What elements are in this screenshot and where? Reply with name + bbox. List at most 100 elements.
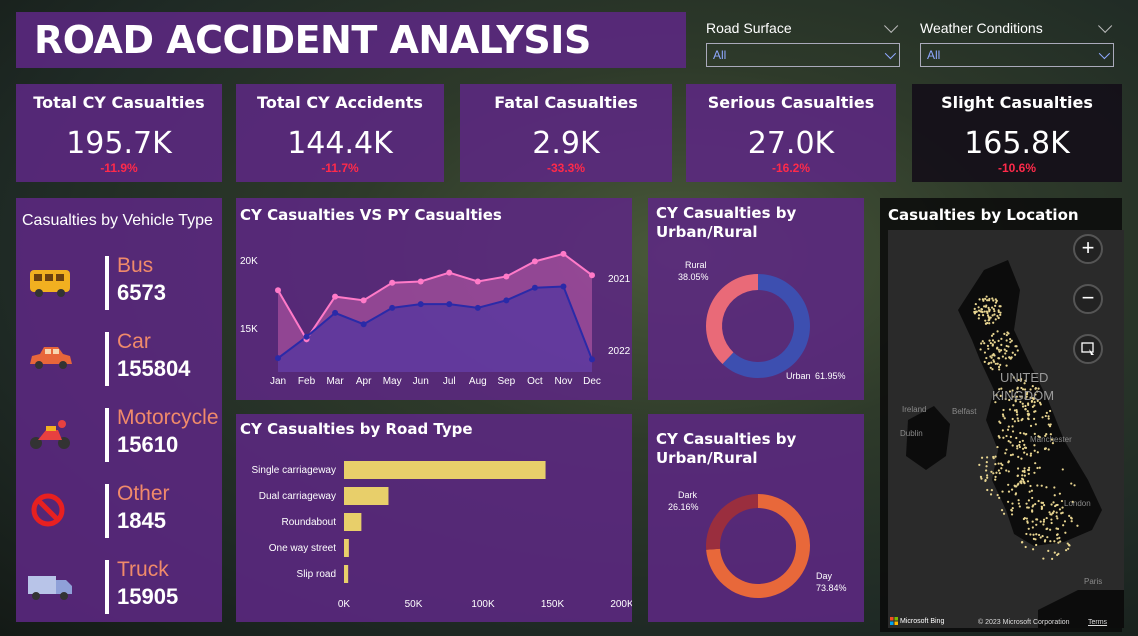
casualty-dot	[997, 348, 1000, 351]
point-2021[interactable]	[275, 287, 281, 294]
casualty-dot	[1034, 462, 1037, 465]
slicer-label: Weather Conditions	[920, 20, 1043, 36]
casualty-dot	[1034, 538, 1037, 541]
x-tick: May	[383, 376, 402, 387]
point-2021[interactable]	[474, 278, 481, 285]
casualty-dot	[1023, 443, 1026, 446]
casualty-dot	[1029, 454, 1032, 457]
point-2022[interactable]	[474, 304, 481, 311]
bar[interactable]	[344, 513, 362, 531]
casualty-dot	[990, 361, 993, 364]
point-2022[interactable]	[446, 301, 453, 308]
point-2022[interactable]	[275, 355, 281, 362]
casualty-dot	[1005, 434, 1008, 438]
casualty-dot	[986, 476, 989, 479]
point-2022[interactable]	[560, 283, 567, 290]
kpi-title: Total CY Casualties	[33, 93, 205, 112]
bar-chart-svg: Single carriageway Dual carriageway Rounda…	[252, 461, 632, 610]
casualty-dot	[1018, 445, 1021, 449]
casualty-dot	[996, 493, 999, 497]
casualty-dot	[1000, 343, 1003, 346]
select-region-icon	[1081, 342, 1094, 355]
vehicle-type-panel: Casualties by Vehicle Type Bus 6573 Car …	[16, 198, 222, 622]
point-2022[interactable]	[417, 301, 424, 308]
zoom-in-button[interactable]: +	[1073, 234, 1103, 264]
casualty-dot	[1040, 484, 1043, 487]
select-region-button[interactable]	[1073, 334, 1103, 364]
terms-link[interactable]: Terms	[1088, 619, 1107, 626]
casualty-dot	[1029, 533, 1032, 536]
chevron-down-icon[interactable]	[884, 18, 899, 33]
zoom-out-button[interactable]: −	[1073, 284, 1103, 314]
bar[interactable]	[344, 539, 349, 557]
road-surface-slicer[interactable]: Road Surface All	[706, 17, 900, 67]
point-2022[interactable]	[389, 304, 396, 311]
car-icon	[30, 347, 72, 369]
kpi-delta: -10.6%	[997, 161, 1037, 175]
casualty-dot	[1045, 516, 1048, 520]
casualty-dot	[997, 462, 1000, 465]
point-2021[interactable]	[360, 297, 367, 304]
casualty-dot	[986, 344, 990, 348]
casualty-dot	[1033, 471, 1036, 474]
casualty-dot	[1017, 502, 1020, 505]
casualty-dot	[1007, 345, 1010, 348]
casualty-dot	[1052, 501, 1055, 504]
donut-slice-dark[interactable]	[706, 494, 758, 550]
casualty-dot	[1019, 431, 1022, 435]
donut-slice-rural[interactable]	[706, 274, 758, 365]
casualty-dot	[1020, 457, 1023, 460]
casualty-dot	[988, 308, 991, 311]
point-2021[interactable]	[417, 278, 424, 285]
casualty-dot	[1055, 515, 1058, 518]
x-tick: 200K	[610, 599, 632, 610]
point-2021[interactable]	[446, 269, 453, 276]
casualty-dot	[987, 362, 990, 365]
point-2022[interactable]	[303, 333, 310, 340]
kpi-value: 165.8K	[964, 126, 1070, 161]
point-2021[interactable]	[389, 279, 396, 286]
weather-conditions-slicer[interactable]: Weather Conditions All	[920, 17, 1114, 67]
casualty-dot	[1004, 452, 1007, 455]
weather-conditions-dropdown[interactable]: All	[920, 43, 1114, 67]
casualty-dot	[1018, 505, 1021, 508]
casualty-dot	[1057, 541, 1060, 544]
casualty-dot	[1023, 467, 1026, 470]
bar[interactable]	[344, 565, 349, 583]
casualty-dot	[1058, 508, 1062, 511]
map-attribution: © 2023 Microsoft Corporation	[978, 619, 1070, 626]
casualty-dot	[983, 342, 986, 345]
casualty-dot	[1039, 520, 1042, 523]
point-2021[interactable]	[503, 273, 510, 280]
casualty-dot	[1060, 512, 1063, 515]
casualty-dot	[1027, 466, 1031, 469]
casualty-dot	[994, 301, 998, 304]
casualty-dot	[1036, 466, 1039, 470]
category-label: Single carriageway	[252, 465, 337, 476]
casualty-dot	[1027, 403, 1030, 406]
bar[interactable]	[344, 487, 389, 505]
casualty-dot	[997, 357, 1000, 360]
casualty-dot	[1001, 490, 1004, 493]
point-2022[interactable]	[589, 356, 595, 363]
point-2021[interactable]	[531, 258, 538, 265]
page-title: ROAD ACCIDENT ANALYSIS	[34, 18, 591, 62]
point-2021[interactable]	[332, 293, 339, 300]
casualty-dot	[983, 351, 987, 354]
casualty-dot	[1024, 404, 1027, 408]
point-2022[interactable]	[332, 309, 339, 316]
road-surface-dropdown[interactable]: All	[706, 43, 900, 67]
casualty-dot	[998, 496, 1001, 499]
point-2021[interactable]	[589, 272, 595, 279]
point-2022[interactable]	[360, 321, 367, 328]
casualty-dot	[990, 470, 993, 473]
chevron-down-icon[interactable]	[1098, 18, 1113, 33]
casualty-dot	[1043, 503, 1046, 507]
point-2022[interactable]	[503, 297, 510, 304]
casualty-dot	[1068, 544, 1071, 547]
bar[interactable]	[344, 461, 546, 479]
bus-icon	[30, 270, 70, 297]
day-dark-donut: CY Casualties by Urban/Rural Dark 26.16%…	[648, 414, 864, 622]
point-2021[interactable]	[560, 250, 567, 257]
point-2022[interactable]	[531, 284, 538, 291]
